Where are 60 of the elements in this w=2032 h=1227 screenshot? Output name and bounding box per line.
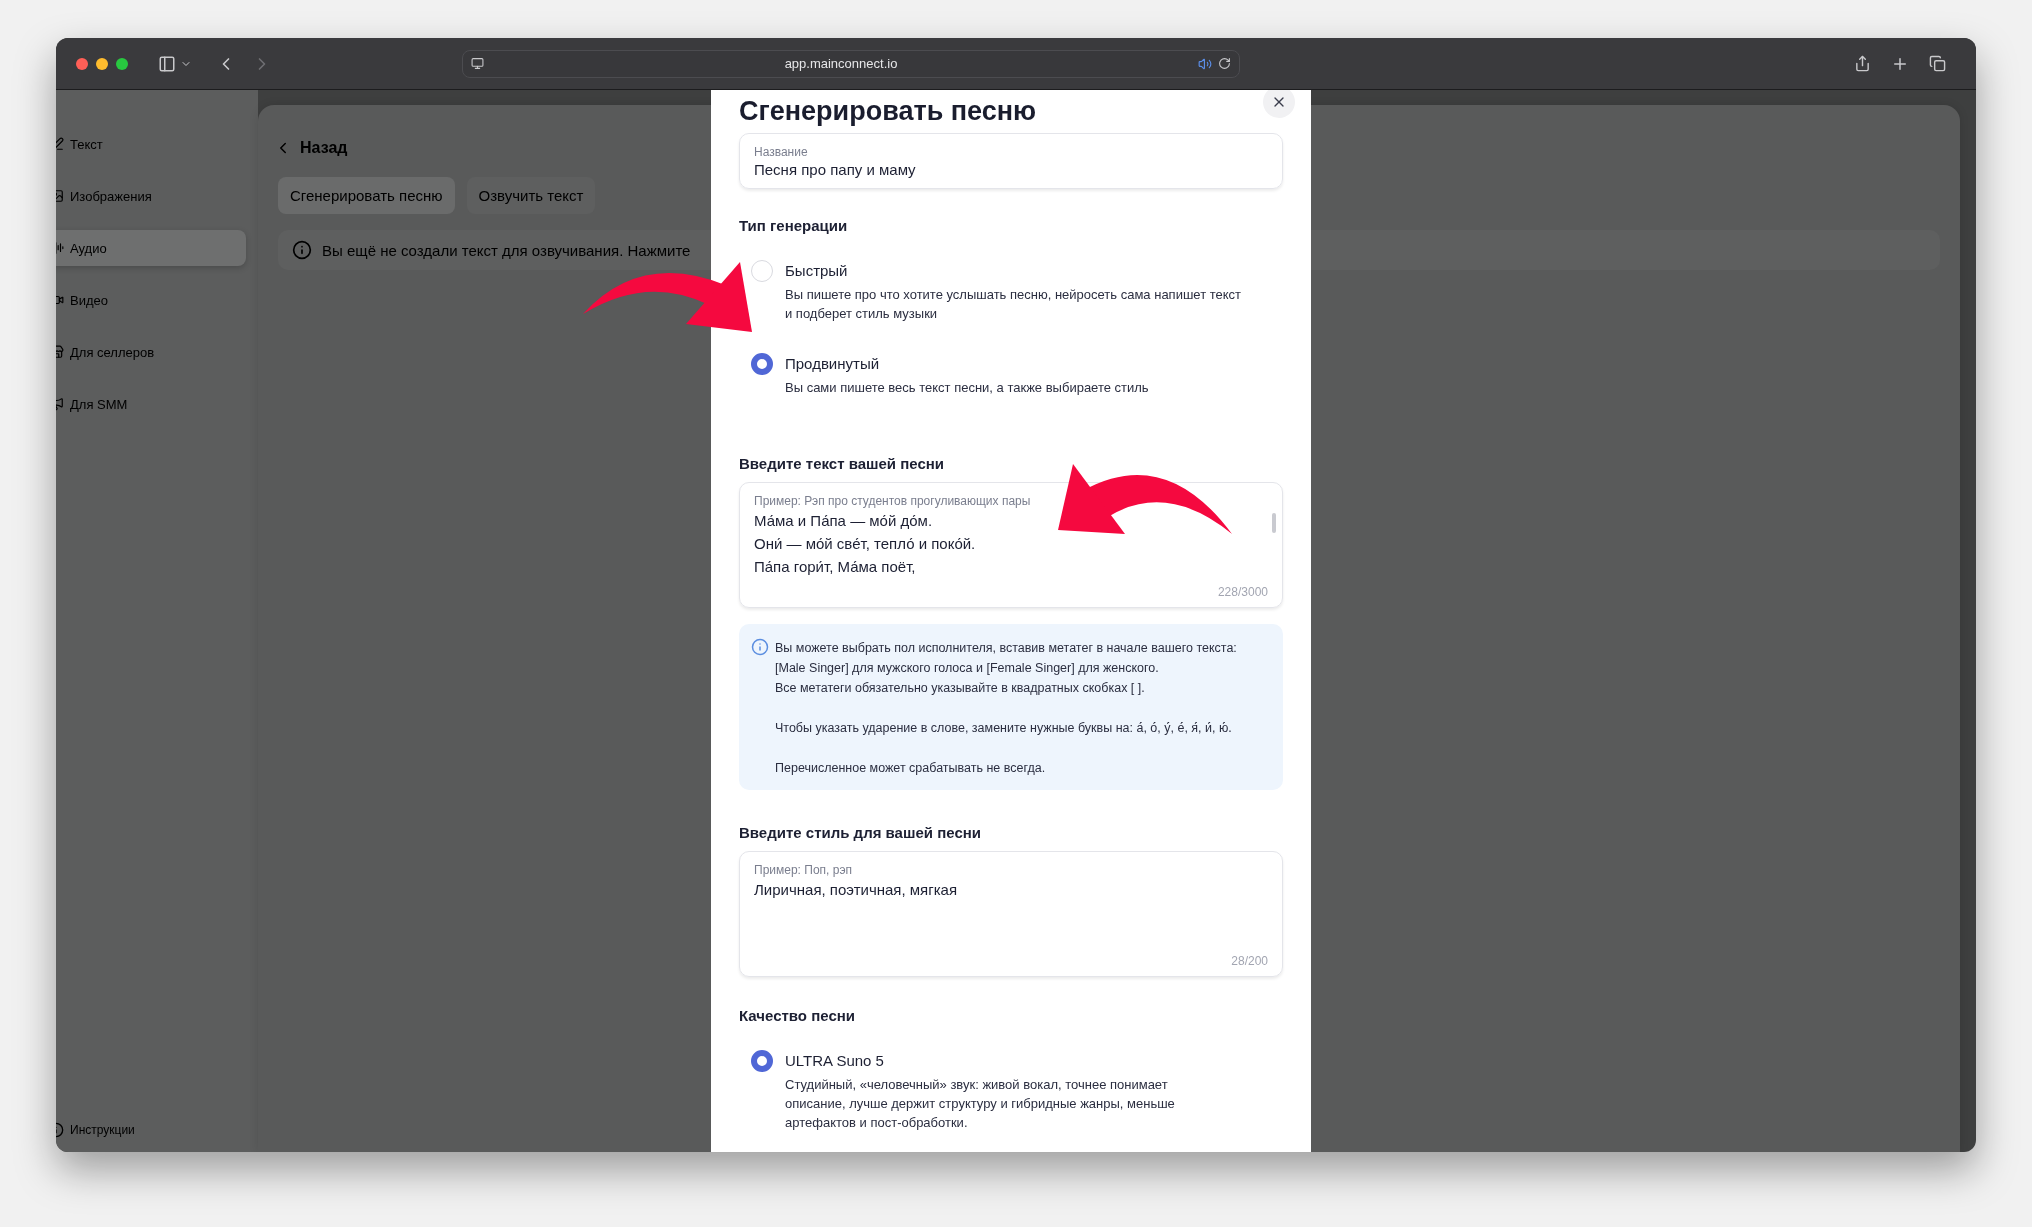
close-button[interactable] bbox=[1263, 90, 1295, 118]
dialog-title: Сгенерировать песню bbox=[739, 96, 1037, 127]
field-label: Пример: Поп, рэп bbox=[754, 862, 854, 878]
sidebar-item-label: Для SMM bbox=[70, 396, 128, 412]
sidebar-item-label: Текст bbox=[70, 136, 103, 152]
option-title: Продвинутый bbox=[785, 355, 881, 372]
hint-text: Чтобы указать ударение в слове, замените нужные буквы на: а́, о́, у́, е́, я́, и́, ю́. bbox=[775, 720, 1233, 737]
name-input[interactable]: Песня про папу и маму bbox=[754, 160, 1268, 180]
back-link[interactable]: Назад bbox=[274, 139, 348, 157]
option-title: ULTRA Suno 5 bbox=[785, 1052, 885, 1069]
back-label: Назад bbox=[300, 139, 348, 157]
option-title: Быстрый bbox=[785, 262, 849, 279]
tabs-icon[interactable] bbox=[1929, 55, 1946, 72]
hint-text: Перечисленное может срабатывать не всегда. bbox=[775, 760, 1047, 777]
lyrics-input[interactable]: Ма́ма и Па́па — мо́й до́м. Они́ — мо́й све́т, тепло́ и поко́й. Па́па гори́т, Ма́ма поёт, bbox=[754, 509, 1268, 585]
section-label: Введите текст вашей песни bbox=[739, 455, 946, 472]
option-description: Вы сами пишете весь текст песни, а также выбираете стиль bbox=[785, 379, 1149, 397]
info-icon bbox=[751, 638, 769, 656]
speaker-icon[interactable] bbox=[1198, 56, 1212, 71]
style-field[interactable]: Пример: Поп, рэп Лиричная, поэтичная, мягкая 28/200 bbox=[739, 851, 1283, 977]
sidebar-icon[interactable] bbox=[158, 54, 176, 73]
option-description: Вы пишете про что хотите услышать песню, нейросеть сама напишет текст и подберет стиль музыки bbox=[785, 286, 1243, 323]
close-window-icon[interactable] bbox=[76, 57, 88, 70]
section-label: Тип генерации bbox=[739, 217, 849, 234]
address-bar[interactable]: app.mainconnect.io bbox=[462, 49, 1240, 78]
sidebar-item[interactable]: Для селлеров bbox=[56, 334, 246, 370]
radio-button[interactable] bbox=[751, 1050, 773, 1072]
lyrics-field[interactable]: Пример: Рэп про студентов прогуливающих пары Ма́ма и Па́па — мо́й до́м. Они́ — мо́й све́т, тепло́ и поко́й. Па́па гори́т, Ма́ма поёт, 228/3000 bbox=[739, 482, 1283, 608]
radio-button[interactable] bbox=[751, 353, 773, 375]
info-icon bbox=[292, 240, 312, 260]
character-counter: 228/3000 bbox=[1217, 585, 1268, 599]
character-counter: 28/200 bbox=[1231, 954, 1268, 968]
field-label: Название bbox=[754, 144, 809, 160]
name-field[interactable]: Название Песня про папу и маму bbox=[739, 133, 1283, 189]
zoom-window-icon[interactable] bbox=[116, 57, 128, 70]
notice-text: Вы ещё не создали текст для озвучивания. Нажмите bbox=[322, 241, 691, 259]
section-label: Введите стиль для вашей песни bbox=[739, 824, 983, 841]
sidebar-item-label: Изображения bbox=[70, 188, 152, 204]
sidebar-item[interactable]: Для SMM bbox=[56, 386, 246, 422]
sidebar-item[interactable]: Текст bbox=[56, 126, 246, 162]
sidebar-item[interactable]: Аудио bbox=[56, 230, 246, 266]
field-label: Пример: Рэп про студентов прогуливающих пары bbox=[754, 493, 1032, 509]
instructions-link[interactable]: Инструкции bbox=[56, 1122, 258, 1138]
option-description: Студийный, «человечный» звук: живой вокал, точнее понимает описание, лучше держит структуру и гибридные жанры, меньше артефактов и пост-обработки. bbox=[785, 1076, 1176, 1132]
monitor-icon bbox=[471, 57, 484, 70]
instructions-label: Инструкции bbox=[70, 1123, 135, 1137]
tab[interactable]: Сгенерировать песню bbox=[278, 177, 455, 214]
sidebar-item-label: Аудио bbox=[70, 240, 107, 256]
sidebar-item-label: Для селлеров bbox=[70, 344, 155, 360]
minimize-window-icon[interactable] bbox=[96, 57, 108, 70]
style-input[interactable]: Лиричная, поэтичная, мягкая bbox=[754, 878, 1268, 954]
tab[interactable]: Озвучить текст bbox=[466, 177, 596, 214]
sidebar-item[interactable]: Изображения bbox=[56, 178, 246, 214]
share-icon[interactable] bbox=[1854, 55, 1871, 72]
sidebar-item-label: Видео bbox=[70, 292, 108, 308]
sidebar-item[interactable]: Видео bbox=[56, 282, 246, 318]
hint-text: Вы можете выбрать пол исполнителя, вставив метатег в начале вашего текста: [Male Singer] для мужского голоса и [Female Singer] для женского. Все метатеги обязательно указывайте в квадратных скобках [ ]. bbox=[775, 640, 1237, 697]
reload-icon[interactable] bbox=[1218, 57, 1231, 70]
scrollbar[interactable] bbox=[1272, 513, 1276, 533]
section-label: Качество песни bbox=[739, 1007, 857, 1024]
